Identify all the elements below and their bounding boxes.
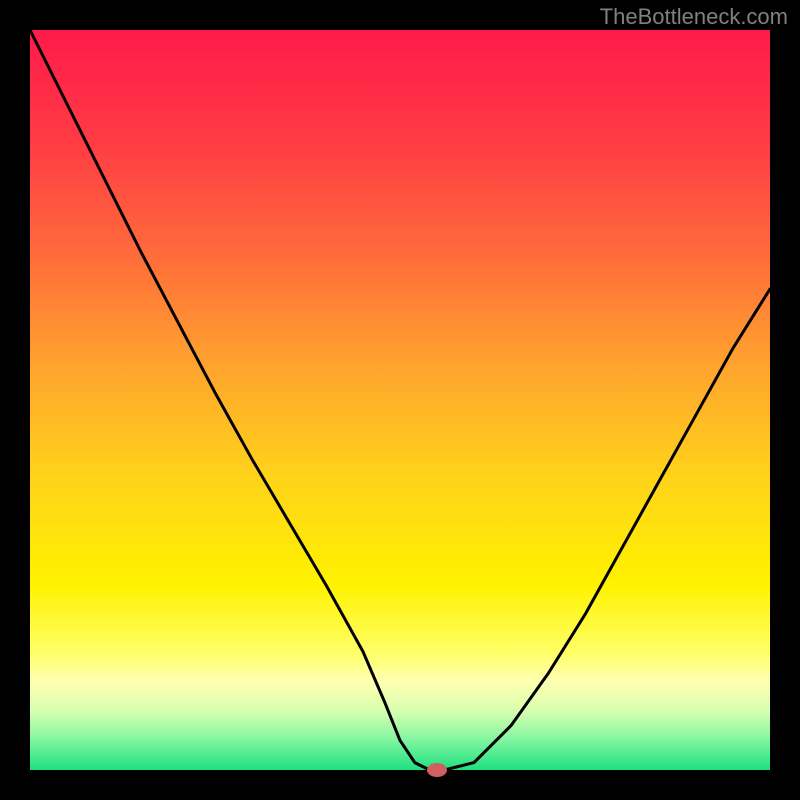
chart-background xyxy=(30,30,770,770)
minimum-marker xyxy=(427,763,447,777)
watermark-text: TheBottleneck.com xyxy=(600,4,788,30)
bottleneck-chart xyxy=(0,0,800,800)
chart-container: TheBottleneck.com xyxy=(0,0,800,800)
